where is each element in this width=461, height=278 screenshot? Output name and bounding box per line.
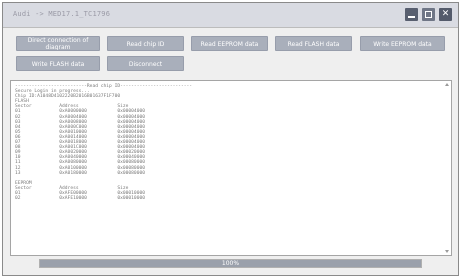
- scroll-down-icon[interactable]: [445, 250, 449, 253]
- close-icon[interactable]: ✕: [439, 8, 452, 21]
- write-flash-button[interactable]: Write FLASH data: [16, 56, 100, 71]
- log-text: --------------------------Read chip ID--…: [15, 84, 193, 202]
- app-window: Audi -> MED17.1_TC1796 ✕ Direct connecti…: [2, 2, 459, 276]
- write-eeprom-button[interactable]: Write EEPROM data: [360, 36, 445, 51]
- read-flash-button[interactable]: Read FLASH data: [275, 36, 352, 51]
- direct-connection-button[interactable]: Direct connection of diagram: [16, 36, 100, 51]
- read-chip-id-button[interactable]: Read chip ID: [107, 36, 184, 51]
- window-title: Audi -> MED17.1_TC1796: [13, 10, 111, 18]
- log-output[interactable]: --------------------------Read chip ID--…: [10, 80, 452, 256]
- read-eeprom-button[interactable]: Read EEPROM data: [191, 36, 268, 51]
- maximize-icon[interactable]: [422, 8, 435, 21]
- title-bar: Audi -> MED17.1_TC1796 ✕: [3, 3, 458, 28]
- progress-bar: 100%: [39, 259, 422, 268]
- minimize-icon[interactable]: [405, 8, 418, 21]
- scroll-up-icon[interactable]: [445, 83, 449, 86]
- disconnect-button[interactable]: Disconnect: [107, 56, 184, 71]
- progress-label: 100%: [221, 260, 240, 267]
